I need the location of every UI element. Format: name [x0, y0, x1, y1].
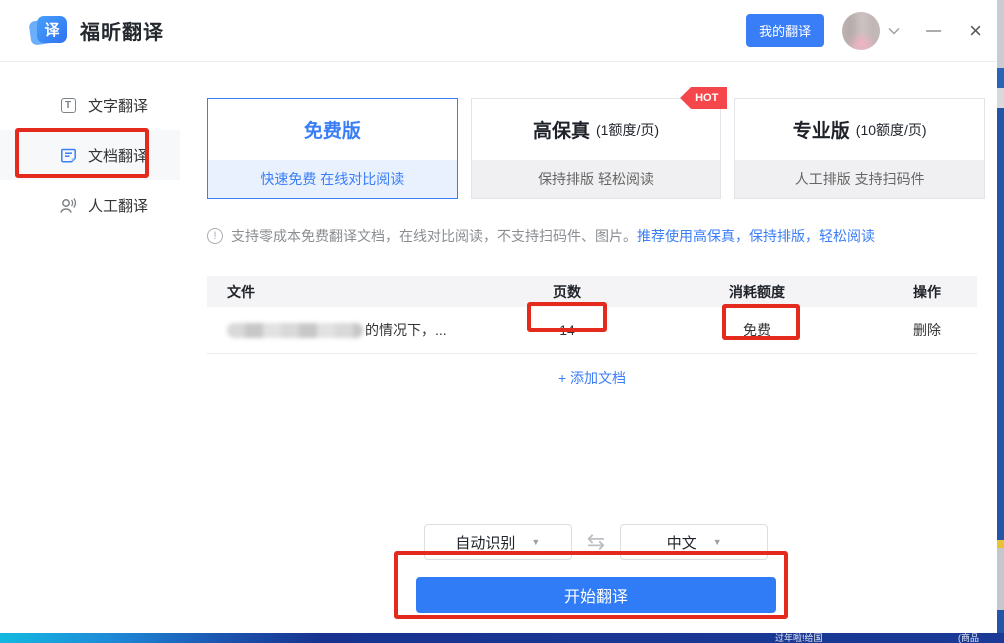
plan-subtitle: 保持排版 轻松阅读 [472, 160, 721, 198]
background-window-bottom-edge: 过年啦!给国 (商品 [0, 633, 1004, 643]
target-language-value: 中文 [667, 532, 697, 553]
notice-text: 支持零成本免费翻译文档，在线对比阅读，不支持扫码件、图片。 [231, 226, 637, 246]
plan-tab-high-fidelity[interactable]: HOT 高保真 (1额度/页) 保持排版 轻松阅读 [471, 98, 722, 199]
source-language-value: 自动识别 [455, 532, 515, 553]
plan-subtitle: 快速免费 在线对比阅读 [208, 160, 457, 198]
background-text-left: 过年啦!给国 [775, 633, 823, 643]
sidebar-item-label: 文字翻译 [88, 95, 148, 116]
filename-suffix: 的情况下，... [365, 320, 447, 340]
plan-title: 专业版 [793, 116, 850, 143]
chevron-down-icon[interactable] [888, 27, 900, 35]
table-row: 的情况下，... 14 免费 删除 [207, 307, 977, 354]
plan-title: 高保真 [533, 116, 590, 143]
plan-subtitle: 人工排版 支持扫码件 [735, 160, 984, 198]
caret-down-icon: ▼ [531, 537, 540, 547]
table-header-row: 文件 页数 消耗额度 操作 [207, 276, 977, 307]
my-translations-button[interactable]: 我的翻译 [746, 14, 824, 47]
title-bar: 译 福昕翻译 我的翻译 — × [0, 0, 1004, 62]
add-document-link[interactable]: + 添加文档 [207, 368, 977, 388]
app-window: 译 福昕翻译 我的翻译 — × T 文字翻译 [0, 0, 1004, 643]
plan-tabs: 免费版 快速免费 在线对比阅读 HOT 高保真 (1额度/页) 保持排版 轻松阅… [207, 98, 985, 199]
avatar-blurred-image [842, 12, 880, 50]
notice-line: ! 支持零成本免费翻译文档，在线对比阅读，不支持扫码件、图片。 推荐使用高保真，… [207, 226, 985, 246]
close-button[interactable]: × [969, 20, 982, 42]
swap-languages-icon[interactable]: ⇆ [587, 531, 605, 553]
text-translate-icon: T [58, 98, 78, 113]
document-table: 文件 页数 消耗额度 操作 的情况下，... 14 免费 删除 [207, 276, 977, 354]
plan-price: (1额度/页) [596, 120, 659, 140]
app-logo-icon: 译 [30, 14, 70, 48]
start-translate-button[interactable]: 开始翻译 [416, 577, 776, 613]
blurred-filename [227, 323, 363, 338]
caret-down-icon: ▼ [713, 537, 722, 547]
delete-link[interactable]: 删除 [913, 322, 941, 338]
info-icon: ! [207, 228, 223, 244]
sidebar-item-text-translate[interactable]: T 文字翻译 [0, 80, 180, 130]
document-translate-icon [58, 147, 78, 164]
sidebar-item-document-translate[interactable]: 文档翻译 [0, 130, 180, 180]
user-avatar[interactable] [842, 12, 880, 50]
sidebar-item-label: 人工翻译 [88, 195, 148, 216]
sidebar-item-label: 文档翻译 [88, 145, 148, 166]
sidebar: T 文字翻译 文档翻译 [0, 62, 180, 633]
sidebar-item-human-translate[interactable]: 人工翻译 [0, 180, 180, 230]
main-content: 免费版 快速免费 在线对比阅读 HOT 高保真 (1额度/页) 保持排版 轻松阅… [180, 62, 1004, 633]
source-language-select[interactable]: 自动识别 ▼ [424, 524, 572, 560]
pages-cell: 14 [497, 322, 637, 338]
quota-cell: 免费 [637, 320, 877, 340]
background-text-right: (商品 [958, 633, 979, 643]
plan-title: 免费版 [304, 116, 361, 143]
background-window-right-edge [997, 0, 1004, 643]
minimize-button[interactable]: — [926, 23, 941, 38]
language-selector-row: 自动识别 ▼ ⇆ 中文 ▼ [207, 524, 985, 560]
plan-tab-professional[interactable]: 专业版 (10额度/页) 人工排版 支持扫码件 [734, 98, 985, 199]
app-title: 福昕翻译 [80, 16, 164, 45]
header-action: 操作 [877, 282, 977, 302]
target-language-select[interactable]: 中文 ▼ [620, 524, 768, 560]
header-quota: 消耗额度 [637, 282, 877, 302]
header-pages: 页数 [497, 282, 637, 302]
header-file: 文件 [207, 282, 497, 302]
notice-link[interactable]: 推荐使用高保真，保持排版，轻松阅读 [637, 226, 875, 246]
plan-price: (10额度/页) [856, 120, 927, 140]
human-translate-icon [58, 197, 78, 214]
logo-bubble-front: 译 [37, 16, 67, 43]
file-name-cell: 的情况下，... [207, 320, 497, 340]
plan-tab-free[interactable]: 免费版 快速免费 在线对比阅读 [207, 98, 458, 199]
